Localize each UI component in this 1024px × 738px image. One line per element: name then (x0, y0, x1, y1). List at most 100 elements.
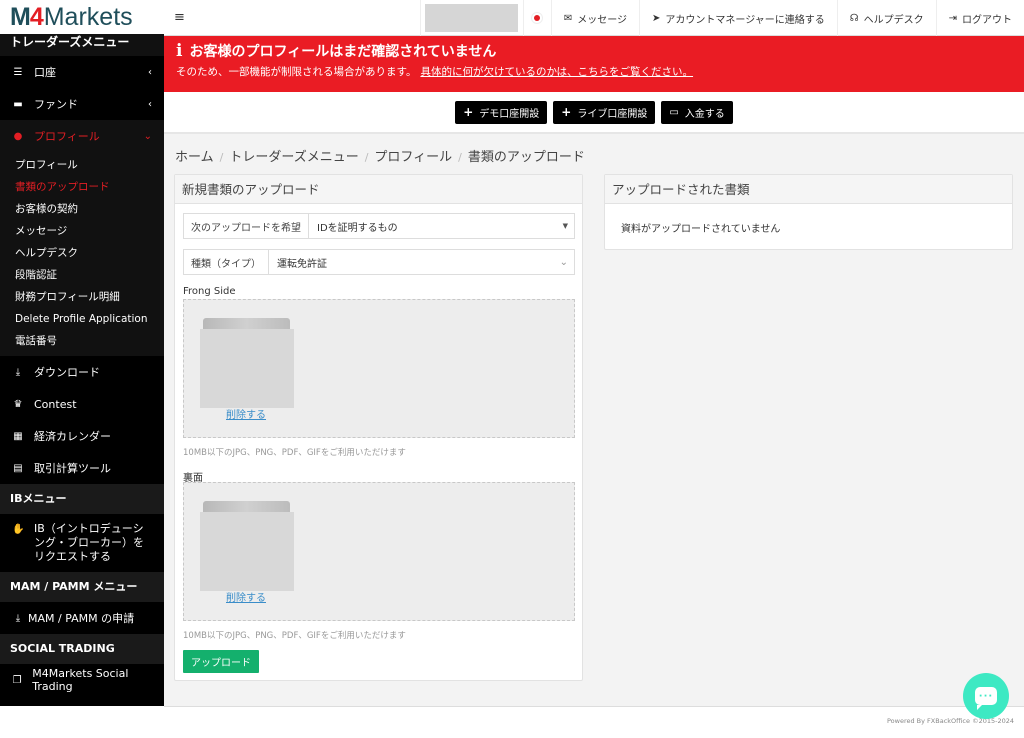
chevron-down-icon: ⌄ (143, 130, 152, 142)
profile-unverified-alert: i お客様のプロフィールはまだ確認されていません そのため、一部機能が制限される… (164, 36, 1024, 92)
deposit-button[interactable]: ▭ 入金する (661, 100, 733, 124)
upload-button[interactable]: アップロード (183, 650, 259, 673)
messages-link[interactable]: ✉ メッセージ (550, 0, 639, 36)
breadcrumb: ホーム / トレーダーズメニュー / プロフィール / 書類のアップロード (175, 146, 585, 165)
chat-bubble-icon: ··· (975, 687, 997, 710)
uploaded-documents-panel: アップロードされた書類 資料がアップロードされていません (604, 174, 1013, 250)
front-side-dropzone[interactable]: 削除する (183, 299, 575, 438)
breadcrumb-separator: / (219, 151, 224, 164)
handshake-icon: ✋ (12, 524, 25, 535)
footer: Powered By FXBackOffice ©2015-2024 (164, 706, 1024, 738)
alert-details-link[interactable]: 具体的に何が欠けているのかは、こちらをご覧ください。 (420, 66, 693, 78)
back-side-delete-link[interactable]: 削除する (226, 589, 266, 604)
hand-holding-icon: ⤓ (15, 612, 21, 624)
logo-m: M (10, 2, 31, 31)
new-upload-panel-title: 新規書類のアップロード (175, 175, 582, 204)
submenu-financial-profile[interactable]: 財務プロフィール明細 (0, 286, 164, 308)
list-icon: ☰ (13, 66, 23, 78)
copy-icon: ❐ (12, 674, 22, 686)
button-label: デモ口座開設 (479, 108, 540, 120)
download-icon: ⤓ (15, 366, 21, 378)
document-category-select[interactable]: IDを証明するもの ▼ (309, 214, 574, 238)
document-type-value: 運転免許証 (277, 258, 327, 270)
submenu-phone-number[interactable]: 電話番号 (0, 330, 164, 352)
new-upload-panel: 新規書類のアップロード 次のアップロードを希望 IDを証明するもの ▼ 種類（タ… (174, 174, 583, 681)
user-icon: ● (13, 130, 23, 142)
sidebar-item-mam-pamm[interactable]: ⤓ MAM / PAMM の申請 (0, 602, 164, 634)
no-documents-message: 資料がアップロードされていません (621, 224, 781, 235)
alert-body: そのため、一部機能が制限される場合があります。 具体的に何が欠けているのかは、こち… (176, 64, 1024, 79)
logout-link[interactable]: ⇥ ログアウト (935, 0, 1024, 36)
chat-widget-button[interactable]: ··· (963, 673, 1009, 719)
sidebar-item-contest[interactable]: ♛ Contest (0, 388, 164, 420)
sidebar-item-label: 取引計算ツール (34, 462, 111, 475)
logo-4: 4 (29, 2, 44, 31)
breadcrumb-separator: / (364, 151, 369, 164)
document-type-label: 種類（タイプ） (184, 250, 269, 274)
breadcrumb-current: 書類のアップロード (467, 150, 585, 165)
open-demo-account-button[interactable]: + デモ口座開設 (455, 100, 548, 124)
contact-account-manager-label: アカウントマネージャーに連絡する (665, 14, 825, 26)
sidebar-item-accounts[interactable]: ☰ 口座 ‹ (0, 56, 164, 88)
hamburger-icon[interactable]: ≡ (174, 10, 185, 25)
front-side-hint: 10MB以下のJPG、PNG、PDF、GIFをご利用いただけます (183, 448, 406, 458)
sidebar-item-profile[interactable]: ● プロフィール ⌄ (0, 120, 164, 152)
submenu-two-step-auth[interactable]: 段階認証 (0, 264, 164, 286)
profile-submenu: プロフィール 書類のアップロード お客様の契約 メッセージ ヘルプデスク 段階認… (0, 152, 164, 356)
submenu-profile[interactable]: プロフィール (0, 154, 164, 176)
document-category-field: 次のアップロードを希望 IDを証明するもの ▼ (183, 213, 575, 239)
back-side-dropzone[interactable]: 削除する (183, 482, 575, 621)
sidebar-item-funds[interactable]: ▬ ファンド ‹ (0, 88, 164, 120)
front-side-delete-link[interactable]: 削除する (226, 406, 266, 421)
sidebar-item-downloads[interactable]: ⤓ ダウンロード (0, 356, 164, 388)
wallet-icon: ▬ (13, 98, 23, 110)
document-type-select[interactable]: 運転免許証 ⌄ (269, 250, 574, 274)
open-live-account-button[interactable]: + ライブ口座開設 (553, 100, 656, 124)
sidebar-item-label: Contest (34, 397, 77, 411)
avatar (425, 4, 519, 32)
sidebar-item-trading-calculator[interactable]: ▤ 取引計算ツール (0, 452, 164, 484)
submenu-helpdesk[interactable]: ヘルプデスク (0, 242, 164, 264)
submenu-delete-profile[interactable]: Delete Profile Application (0, 308, 164, 330)
sidebar-item-economic-calendar[interactable]: ▦ 経済カレンダー (0, 420, 164, 452)
breadcrumb-home[interactable]: ホーム (175, 150, 214, 165)
language-selector[interactable] (522, 0, 551, 36)
credit-card-icon: ▭ (669, 106, 679, 118)
submenu-messages[interactable]: メッセージ (0, 220, 164, 242)
user-avatar-box[interactable] (419, 0, 523, 36)
button-label: 入金する (684, 108, 725, 120)
envelope-icon: ✉ (563, 12, 573, 24)
contact-account-manager-link[interactable]: ➤ アカウントマネージャーに連絡する (639, 0, 837, 36)
social-trading-header: SOCIAL TRADING (0, 634, 164, 664)
front-side-label: Frong Side (183, 286, 236, 297)
back-side-thumbnail (200, 501, 294, 591)
trophy-icon: ♛ (13, 398, 23, 410)
plus-icon: + (463, 105, 474, 119)
alert-body-text: そのため、一部機能が制限される場合があります。 (176, 66, 417, 78)
sidebar-item-label: ダウンロード (34, 366, 100, 379)
sidebar-item-label: IB（イントロデューシング・ブローカー）をリクエストする (34, 522, 144, 563)
helpdesk-link[interactable]: ☊ ヘルプデスク (836, 0, 936, 36)
mam-pamm-menu-header: MAM / PAMM メニュー (0, 572, 164, 602)
back-side-hint: 10MB以下のJPG、PNG、PDF、GIFをご利用いただけます (183, 631, 406, 641)
breadcrumb-profile[interactable]: プロフィール (374, 150, 452, 165)
thumbnail-body (200, 512, 294, 591)
document-category-label: 次のアップロードを希望 (184, 214, 309, 238)
submenu-agreements[interactable]: お客様の契約 (0, 198, 164, 220)
sidebar-item-label: ファンド (34, 98, 78, 111)
logo[interactable]: M4 Markets (0, 0, 164, 34)
footer-credit: Powered By FXBackOffice ©2015-2024 (886, 717, 1014, 725)
action-bar: + デモ口座開設 + ライブ口座開設 ▭ 入金する (164, 92, 1024, 134)
breadcrumb-traders-menu[interactable]: トレーダーズメニュー (229, 150, 358, 165)
chevron-down-icon: ⌄ (559, 256, 568, 268)
alert-title-row: i お客様のプロフィールはまだ確認されていません (176, 41, 1024, 61)
sidebar-item-social-trading[interactable]: ❐ M4Markets Social Trading (0, 664, 164, 696)
sidebar-item-ib-request[interactable]: ✋ IB（イントロデューシング・ブローカー）をリクエストする (0, 514, 164, 572)
document-type-field: 種類（タイプ） 運転免許証 ⌄ (183, 249, 575, 275)
messages-label: メッセージ (577, 14, 628, 26)
caret-down-icon: ▼ (562, 222, 568, 230)
sidebar: M4 Markets トレーダーズメニュー ☰ 口座 ‹ ▬ ファンド ‹ ● プ… (0, 0, 164, 706)
submenu-document-upload[interactable]: 書類のアップロード (0, 176, 164, 198)
sidebar-item-label: M4Markets Social Trading (32, 667, 129, 693)
sidebar-item-label: 経済カレンダー (34, 430, 111, 443)
